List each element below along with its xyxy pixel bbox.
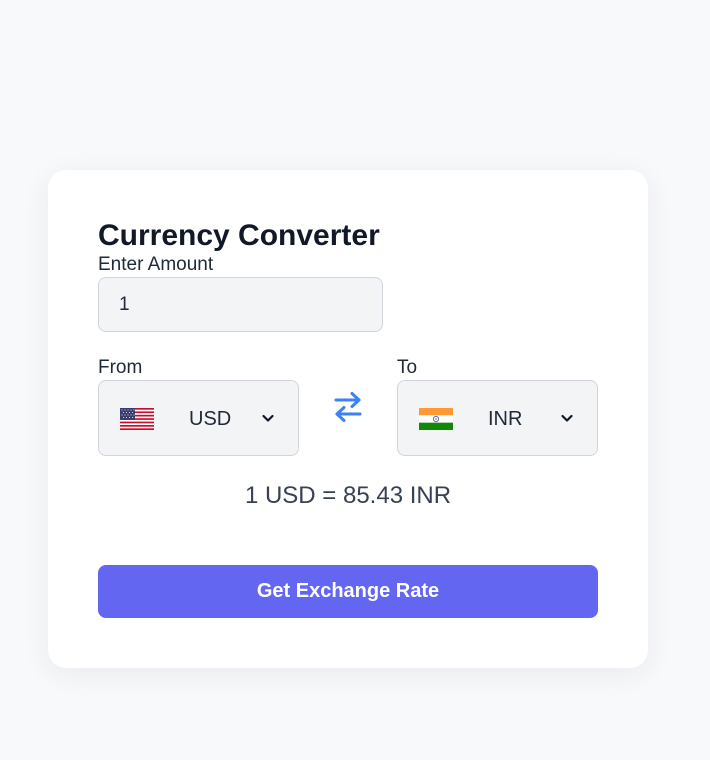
converter-card: Currency Converter Enter Amount From USD xyxy=(48,170,648,668)
chevron-down-icon xyxy=(262,414,274,422)
to-currency-select[interactable]: INR xyxy=(397,380,598,456)
chevron-down-icon xyxy=(561,414,573,422)
to-currency-code: INR xyxy=(488,408,523,430)
exchange-rate-result: 1 USD = 85.43 INR xyxy=(244,482,452,509)
from-label: From xyxy=(98,357,143,378)
india-flag-icon xyxy=(419,408,453,430)
amount-label: Enter Amount xyxy=(98,254,214,275)
get-exchange-rate-button[interactable]: Get Exchange Rate xyxy=(98,565,598,618)
to-label: To xyxy=(397,357,418,378)
swap-arrows-icon[interactable] xyxy=(332,389,364,425)
page-title: Currency Converter xyxy=(98,219,380,252)
from-currency-code: USD xyxy=(189,408,232,430)
from-currency-select[interactable]: USD xyxy=(98,380,299,456)
amount-input[interactable] xyxy=(98,277,383,332)
us-flag-icon xyxy=(120,408,154,430)
